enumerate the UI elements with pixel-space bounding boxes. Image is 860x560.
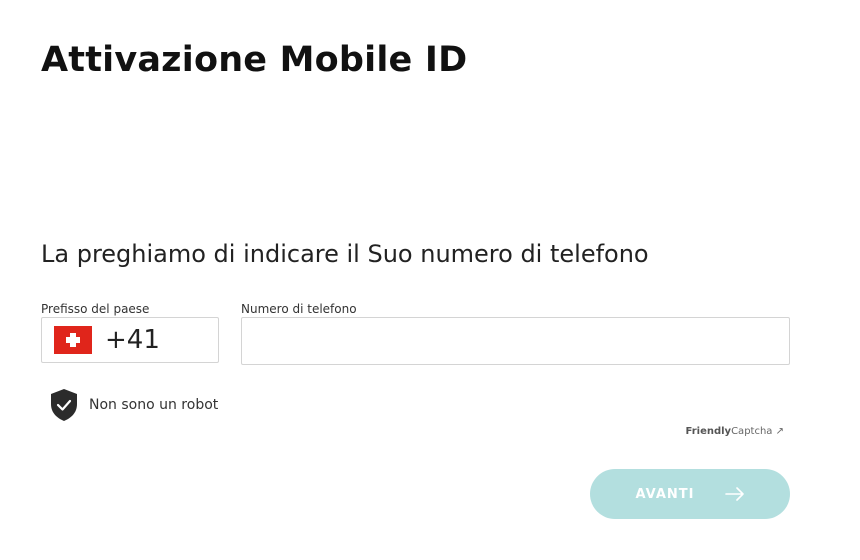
page-subtitle: La preghiamo di indicare il Suo numero d… [41,240,649,268]
arrow-right-icon [724,487,745,501]
submit-button[interactable]: AVANTI [590,469,790,519]
country-prefix-label: Prefisso del paese [41,302,150,316]
country-prefix-select[interactable]: +41 [41,317,219,363]
captcha-label: Non sono un robot [89,397,219,413]
country-prefix-value: +41 [105,325,160,355]
submit-button-label: AVANTI [635,486,695,502]
captcha-brand-link[interactable]: FriendlyCaptcha ↗ [686,426,784,437]
shield-check-icon [51,389,77,421]
page-title: Attivazione Mobile ID [41,40,468,80]
switzerland-flag-icon [54,326,92,354]
external-link-icon: ↗ [775,426,784,437]
phone-number-label: Numero di telefono [241,302,357,316]
captcha-brand-light: Captcha [731,426,773,437]
captcha-brand-bold: Friendly [685,426,732,437]
captcha-widget[interactable]: Non sono un robot [50,388,218,422]
phone-number-input[interactable] [241,317,790,365]
